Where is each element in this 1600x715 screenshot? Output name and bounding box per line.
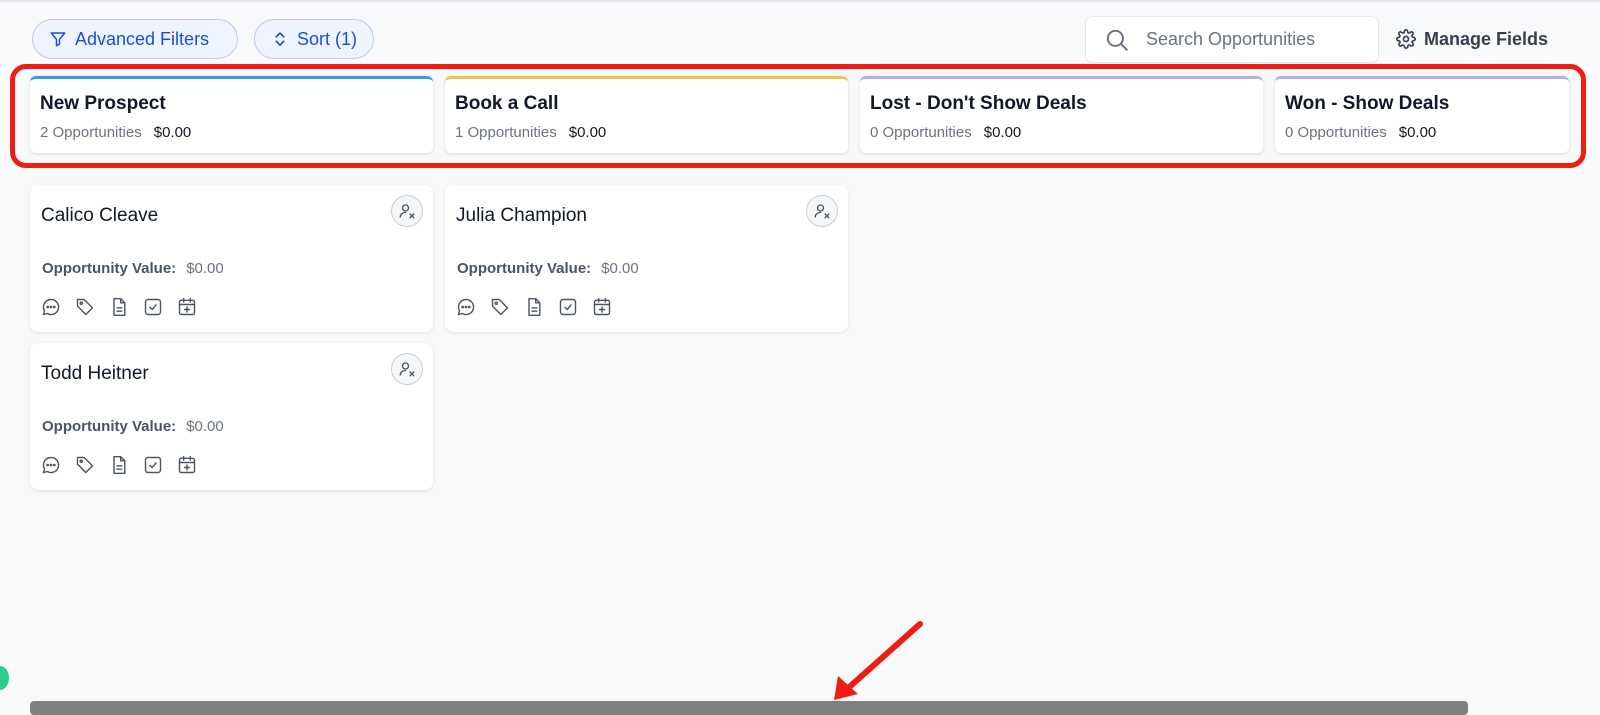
opportunity-value-row: Opportunity Value: $0.00 bbox=[457, 260, 639, 277]
opportunity-card[interactable]: Todd Heitner Opportunity Value: $0.00 bbox=[30, 343, 433, 490]
calendar-add-icon[interactable] bbox=[177, 455, 197, 475]
stage-title: Book a Call bbox=[455, 93, 559, 114]
stage-value: $0.00 bbox=[568, 124, 607, 141]
contact-name: Julia Champion bbox=[456, 205, 587, 226]
opportunity-value: $0.00 bbox=[186, 260, 224, 277]
task-icon[interactable] bbox=[143, 455, 163, 475]
calendar-add-icon[interactable] bbox=[177, 297, 197, 317]
top-divider bbox=[0, 0, 1600, 2]
advanced-filters-button[interactable]: Advanced Filters bbox=[32, 19, 238, 59]
note-icon[interactable] bbox=[109, 455, 129, 475]
unassigned-user-button[interactable] bbox=[391, 353, 423, 385]
status-dot bbox=[0, 666, 9, 690]
advanced-filters-label: Advanced Filters bbox=[75, 28, 210, 49]
card-actions bbox=[41, 297, 197, 317]
stage-header-won: Won - Show Deals 0 Opportunities $0.00 bbox=[1275, 76, 1569, 153]
user-unassigned-icon bbox=[399, 362, 415, 377]
stage-meta: 2 Opportunities $0.00 bbox=[40, 124, 433, 141]
manage-fields-label: Manage Fields bbox=[1424, 28, 1549, 49]
stage-count: 0 Opportunities bbox=[1285, 124, 1387, 141]
contact-name: Calico Cleave bbox=[41, 205, 159, 226]
sort-button[interactable]: Sort (1) bbox=[254, 19, 374, 59]
sort-label: Sort (1) bbox=[297, 28, 358, 49]
search-box[interactable] bbox=[1085, 16, 1379, 63]
task-icon[interactable] bbox=[143, 297, 163, 317]
opportunity-card[interactable]: Julia Champion Opportunity Value: $0.00 bbox=[445, 185, 848, 332]
annotation-arrow bbox=[834, 621, 923, 700]
stage-count: 0 Opportunities bbox=[870, 124, 972, 141]
stage-title: Lost - Don't Show Deals bbox=[870, 93, 1087, 114]
tag-icon[interactable] bbox=[75, 297, 95, 317]
opportunity-value-label: Opportunity Value: bbox=[42, 418, 177, 435]
note-icon[interactable] bbox=[524, 297, 544, 317]
opportunity-value-label: Opportunity Value: bbox=[42, 260, 177, 277]
stage-value: $0.00 bbox=[1398, 124, 1437, 141]
user-unassigned-icon bbox=[399, 204, 415, 219]
unassigned-user-button[interactable] bbox=[391, 195, 423, 227]
opportunity-value-row: Opportunity Value: $0.00 bbox=[42, 260, 224, 277]
opportunity-value: $0.00 bbox=[601, 260, 639, 277]
stage-header-book-a-call: Book a Call 1 Opportunities $0.00 bbox=[445, 76, 848, 153]
card-actions bbox=[41, 455, 197, 475]
gear-icon bbox=[1396, 29, 1416, 49]
stage-meta: 1 Opportunities $0.00 bbox=[455, 124, 848, 141]
tag-icon[interactable] bbox=[75, 455, 95, 475]
filter-icon bbox=[50, 32, 66, 47]
stage-meta: 0 Opportunities $0.00 bbox=[1285, 124, 1569, 141]
opportunity-value: $0.00 bbox=[186, 418, 224, 435]
stage-meta: 0 Opportunities $0.00 bbox=[870, 124, 1263, 141]
stage-header-new-prospect: New Prospect 2 Opportunities $0.00 bbox=[30, 76, 433, 153]
tag-icon[interactable] bbox=[490, 297, 510, 317]
opportunity-value-row: Opportunity Value: $0.00 bbox=[42, 418, 224, 435]
horizontal-scrollbar[interactable] bbox=[30, 701, 1468, 715]
stage-value: $0.00 bbox=[983, 124, 1022, 141]
task-icon[interactable] bbox=[558, 297, 578, 317]
sort-icon bbox=[275, 32, 285, 46]
stage-title: New Prospect bbox=[40, 93, 166, 114]
chat-icon[interactable] bbox=[456, 297, 476, 317]
search-icon bbox=[1106, 29, 1128, 51]
opportunity-value-label: Opportunity Value: bbox=[457, 260, 592, 277]
user-unassigned-icon bbox=[814, 204, 830, 219]
stage-count: 1 Opportunities bbox=[455, 124, 557, 141]
note-icon[interactable] bbox=[109, 297, 129, 317]
contact-name: Todd Heitner bbox=[41, 363, 149, 384]
chat-icon[interactable] bbox=[41, 297, 61, 317]
stage-value: $0.00 bbox=[153, 124, 192, 141]
card-actions bbox=[456, 297, 612, 317]
stage-count: 2 Opportunities bbox=[40, 124, 142, 141]
opportunity-card[interactable]: Calico Cleave Opportunity Value: $0.00 bbox=[30, 185, 433, 332]
stage-header-lost: Lost - Don't Show Deals 0 Opportunities $… bbox=[860, 76, 1263, 153]
manage-fields-button[interactable]: Manage Fields bbox=[1396, 26, 1548, 52]
calendar-add-icon[interactable] bbox=[592, 297, 612, 317]
unassigned-user-button[interactable] bbox=[806, 195, 838, 227]
chat-icon[interactable] bbox=[41, 455, 61, 475]
search-input[interactable] bbox=[1146, 29, 1356, 50]
stage-title: Won - Show Deals bbox=[1285, 93, 1450, 114]
